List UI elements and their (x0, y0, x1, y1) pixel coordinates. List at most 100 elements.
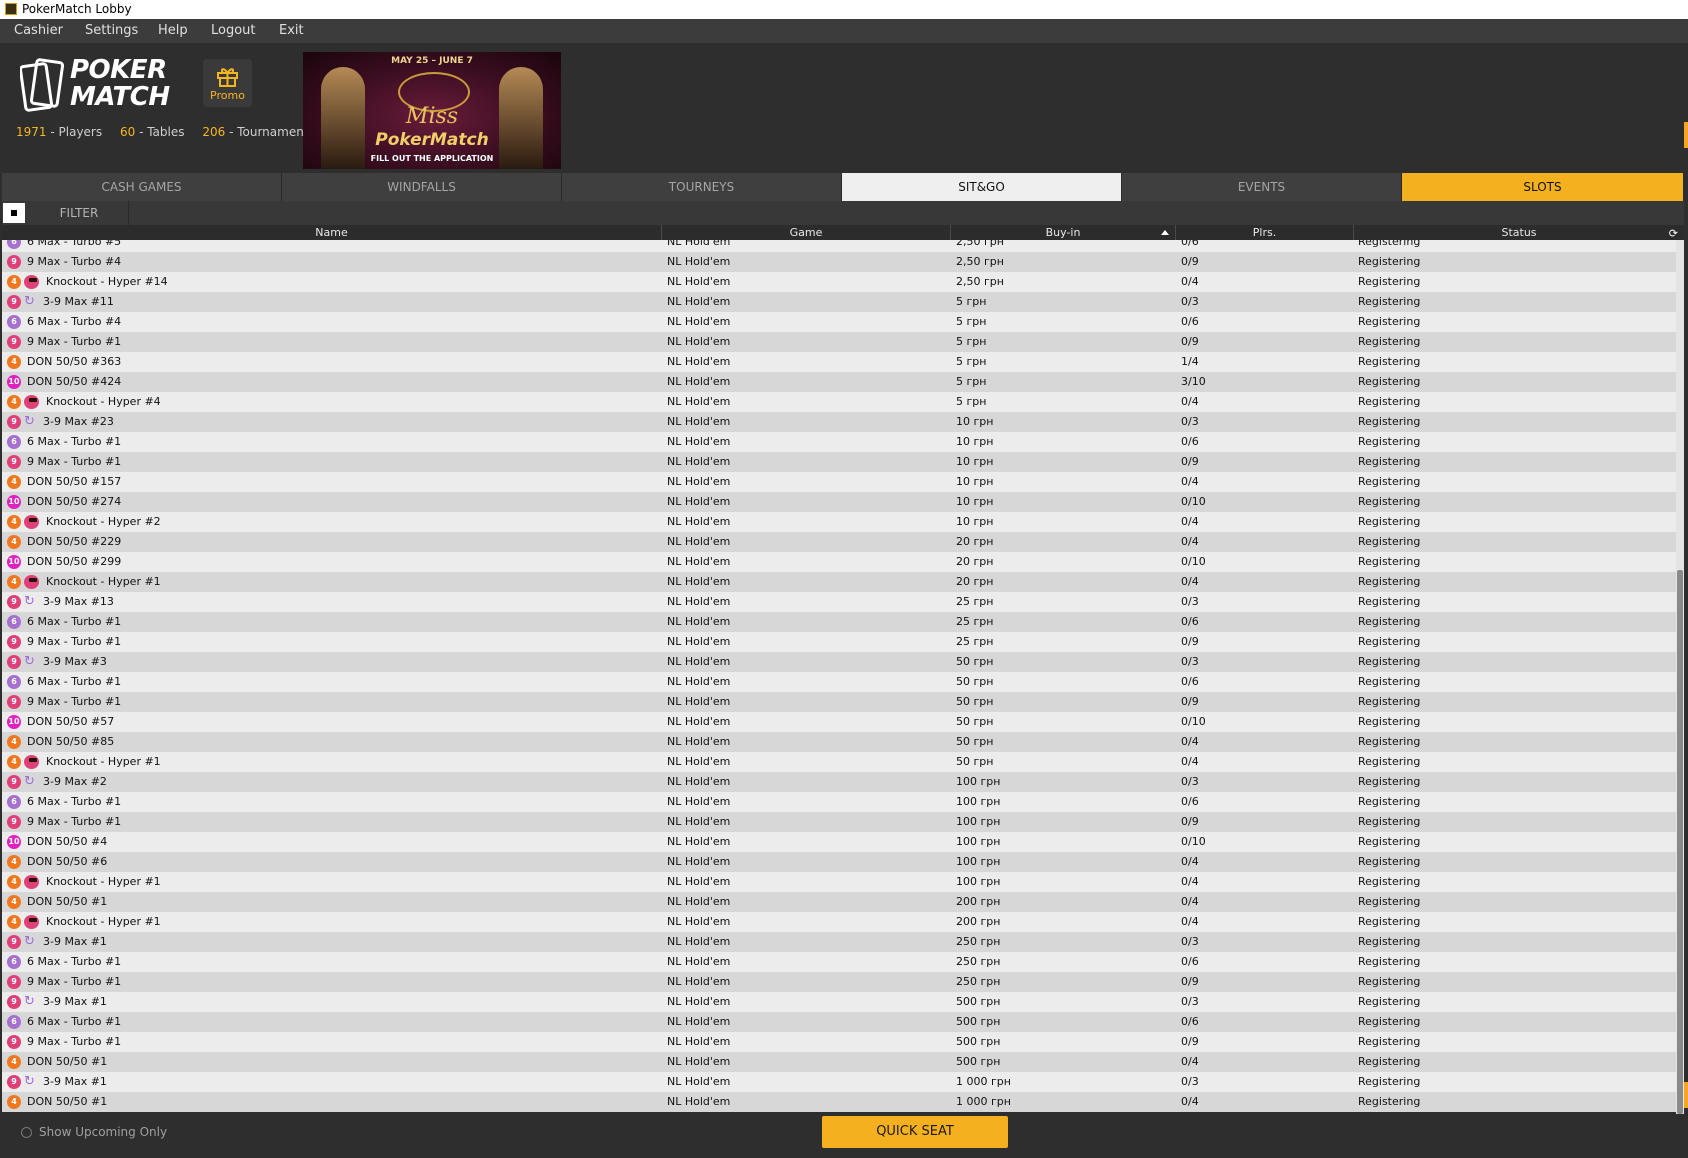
col-buyin-header[interactable]: Buy-in (950, 225, 1175, 240)
table-row[interactable]: 6 6 Max - Turbo #4 NL Hold'em 5 грн 0/6 Regis… (2, 312, 1676, 332)
table-row[interactable]: 9 9 Max - Turbo #1 NL Hold'em 25 грн 0/9 Regi… (2, 632, 1676, 652)
col-status-header[interactable]: Status ⟳ (1353, 225, 1684, 240)
table-row[interactable]: 4 Knockout - Hyper #14 NL Hold'em 2,50 грн 0… (2, 272, 1676, 292)
col-players-header[interactable]: Plrs. (1175, 225, 1353, 240)
table-row[interactable]: 4 Knockout - Hyper #1 NL Hold'em 200 грн 0/4… (2, 912, 1676, 932)
table-row[interactable]: 9 ↻ 3-9 Max #1 NL Hold'em 250 грн 0/3 Register… (2, 932, 1676, 952)
miss-pokermatch-banner[interactable]: MAY 25 – JUNE 7 Miss PokerMatch FILL OUT… (303, 52, 561, 169)
menu-cashier[interactable]: Cashier (14, 23, 63, 38)
tab-tourneys[interactable]: TOURNEYS (562, 173, 842, 201)
table-row[interactable]: 9 9 Max - Turbo #1 NL Hold'em 50 грн 0/9 Regi… (2, 692, 1676, 712)
table-row[interactable]: 4 DON 50/50 #1 NL Hold'em 500 грн 0/4 Registe… (2, 1052, 1676, 1072)
promo-label: Promo (210, 89, 245, 102)
table-row[interactable]: 9 9 Max - Turbo #4 NL Hold'em 2,50 грн 0/9 Re… (2, 252, 1676, 272)
seats-badge-icon: 9 (7, 775, 21, 789)
table-row[interactable]: 4 DON 50/50 #1 NL Hold'em 1 000 грн 0/4 Regis… (2, 1092, 1676, 1112)
game-type: NL Hold'em (667, 240, 731, 248)
table-row[interactable]: 4 Knockout - Hyper #1 NL Hold'em 20 грн 0/4 R… (2, 572, 1676, 592)
menu-exit[interactable]: Exit (279, 23, 304, 38)
table-row[interactable]: 6 6 Max - Turbo #1 NL Hold'em 500 грн 0/6 Reg… (2, 1012, 1676, 1032)
flexible-seats-icon: ↻ (24, 654, 35, 669)
buy-in: 2,50 грн (956, 275, 1004, 288)
table-row[interactable]: 9 ↻ 3-9 Max #3 NL Hold'em 50 грн 0/3 Registeri… (2, 652, 1676, 672)
tab-cash-games[interactable]: CASH GAMES (2, 173, 282, 201)
sitgo-table: 6 6 Max - Turbo #5 NL Hold'em 2,50 грн 0/6 Re… (2, 240, 1676, 1114)
table-row[interactable]: 9 ↻ 3-9 Max #1 NL Hold'em 1 000 грн 0/3 Regist… (2, 1072, 1676, 1092)
table-row[interactable]: 4 DON 50/50 #229 NL Hold'em 20 грн 0/4 Regist… (2, 532, 1676, 552)
tournament-name: Knockout - Hyper #1 (46, 575, 161, 588)
table-row[interactable]: 4 DON 50/50 #363 NL Hold'em 5 грн 1/4 Registe… (2, 352, 1676, 372)
table-row[interactable]: 9 ↻ 3-9 Max #1 NL Hold'em 500 грн 0/3 Register… (2, 992, 1676, 1012)
table-row[interactable]: 4 DON 50/50 #6 NL Hold'em 100 грн 0/4 Registe… (2, 852, 1676, 872)
tab-events[interactable]: EVENTS (1122, 173, 1402, 201)
scrollbar-thumb[interactable] (1677, 570, 1683, 1114)
table-row[interactable]: 4 Knockout - Hyper #2 NL Hold'em 10 грн 0/4 R… (2, 512, 1676, 532)
table-row[interactable]: 6 6 Max - Turbo #1 NL Hold'em 10 грн 0/6 Regi… (2, 432, 1676, 452)
status-text: Registering (1358, 1095, 1421, 1108)
table-scrollbar[interactable] (1676, 240, 1684, 1114)
promo-button[interactable]: Promo (203, 59, 252, 107)
table-row[interactable]: 6 6 Max - Turbo #1 NL Hold'em 25 грн 0/6 Regi… (2, 612, 1676, 632)
col-game-header[interactable]: Game (661, 225, 950, 240)
quick-seat-button[interactable]: QUICK SEAT (822, 1116, 1008, 1148)
game-type: NL Hold'em (667, 1035, 731, 1048)
buy-in: 500 грн (956, 1055, 1001, 1068)
players-count: 0/3 (1181, 295, 1199, 308)
logo-cards-icon (20, 58, 65, 112)
table-row[interactable]: 4 DON 50/50 #85 NL Hold'em 50 грн 0/4 Registe… (2, 732, 1676, 752)
seats-badge-icon: 9 (7, 415, 21, 429)
table-row[interactable]: 9 9 Max - Turbo #1 NL Hold'em 100 грн 0/9 Reg… (2, 812, 1676, 832)
table-row[interactable]: 9 ↻ 3-9 Max #13 NL Hold'em 25 грн 0/3 Register… (2, 592, 1676, 612)
tournament-name: 6 Max - Turbo #1 (27, 615, 122, 628)
tournament-name: DON 50/50 #274 (27, 495, 122, 508)
table-row[interactable]: 4 Knockout - Hyper #1 NL Hold'em 50 грн 0/4 R… (2, 752, 1676, 772)
seats-badge-icon: 9 (7, 935, 21, 949)
table-row[interactable]: 9 9 Max - Turbo #1 NL Hold'em 250 грн 0/9 Reg… (2, 972, 1676, 992)
table-row[interactable]: 9 9 Max - Turbo #1 NL Hold'em 5 грн 0/9 Regis… (2, 332, 1676, 352)
menu-help[interactable]: Help (158, 23, 188, 38)
table-row[interactable]: 6 6 Max - Turbo #5 NL Hold'em 2,50 грн 0/6 Re… (2, 240, 1676, 252)
col-name-header[interactable]: Name (2, 225, 661, 240)
filter-toggle[interactable] (3, 203, 25, 223)
buy-in: 20 грн (956, 575, 994, 588)
table-row[interactable]: 10 DON 50/50 #424 NL Hold'em 5 грн 3/10 Regis… (2, 372, 1676, 392)
filter-button[interactable]: FILTER (30, 201, 129, 225)
table-row[interactable]: 4 Knockout - Hyper #4 NL Hold'em 5 грн 0/4 Re… (2, 392, 1676, 412)
table-row[interactable]: 6 6 Max - Turbo #1 NL Hold'em 50 грн 0/6 Regi… (2, 672, 1676, 692)
table-row[interactable]: 10 DON 50/50 #57 NL Hold'em 50 грн 0/10 Regis… (2, 712, 1676, 732)
tournament-name: 3-9 Max #1 (43, 995, 107, 1008)
table-row[interactable]: 4 Knockout - Hyper #1 NL Hold'em 100 грн 0/4… (2, 872, 1676, 892)
table-row[interactable]: 10 DON 50/50 #299 NL Hold'em 20 грн 0/10 Regi… (2, 552, 1676, 572)
buy-in: 50 грн (956, 675, 994, 688)
status-text: Registering (1358, 735, 1421, 748)
game-type: NL Hold'em (667, 675, 731, 688)
logo-text: POKER MATCH (70, 55, 170, 112)
table-row[interactable]: 6 6 Max - Turbo #1 NL Hold'em 250 грн 0/6 Reg… (2, 952, 1676, 972)
side-panel-handle[interactable] (1684, 122, 1688, 148)
tab-windfalls[interactable]: WINDFALLS (282, 173, 562, 201)
side-panel-handle-bottom[interactable] (1684, 1082, 1688, 1108)
table-row[interactable]: 9 9 Max - Turbo #1 NL Hold'em 10 грн 0/9 Regi… (2, 452, 1676, 472)
table-row[interactable]: 9 ↻ 3-9 Max #11 NL Hold'em 5 грн 0/3 Registeri… (2, 292, 1676, 312)
table-row[interactable]: 4 DON 50/50 #157 NL Hold'em 10 грн 0/4 Regist… (2, 472, 1676, 492)
app-icon (5, 3, 17, 15)
menu-settings[interactable]: Settings (85, 23, 138, 38)
players-count: 0/4 (1181, 575, 1199, 588)
tournament-name: 3-9 Max #23 (43, 415, 114, 428)
refresh-icon[interactable]: ⟳ (1669, 226, 1678, 241)
table-row[interactable]: 6 6 Max - Turbo #1 NL Hold'em 100 грн 0/6 Reg… (2, 792, 1676, 812)
table-row[interactable]: 9 9 Max - Turbo #1 NL Hold'em 500 грн 0/9 Reg… (2, 1032, 1676, 1052)
stat-tables: 60 - Tables (119, 125, 185, 139)
table-row[interactable]: 10 DON 50/50 #274 NL Hold'em 10 грн 0/10 Regi… (2, 492, 1676, 512)
table-row[interactable]: 9 ↻ 3-9 Max #23 NL Hold'em 10 грн 0/3 Register… (2, 412, 1676, 432)
seats-badge-icon: 6 (7, 435, 21, 449)
menu-logout[interactable]: Logout (211, 23, 256, 38)
table-row[interactable]: 10 DON 50/50 #4 NL Hold'em 100 грн 0/10 Regis… (2, 832, 1676, 852)
buy-in: 100 грн (956, 875, 1001, 888)
show-upcoming-radio[interactable] (21, 1127, 32, 1138)
table-row[interactable]: 4 DON 50/50 #1 NL Hold'em 200 грн 0/4 Registe… (2, 892, 1676, 912)
table-row[interactable]: 9 ↻ 3-9 Max #2 NL Hold'em 100 грн 0/3 Register… (2, 772, 1676, 792)
tab-slots[interactable]: SLOTS (1402, 173, 1684, 201)
seats-badge-icon: 4 (7, 515, 21, 529)
tab-sitgo[interactable]: SIT&GO (842, 173, 1122, 201)
